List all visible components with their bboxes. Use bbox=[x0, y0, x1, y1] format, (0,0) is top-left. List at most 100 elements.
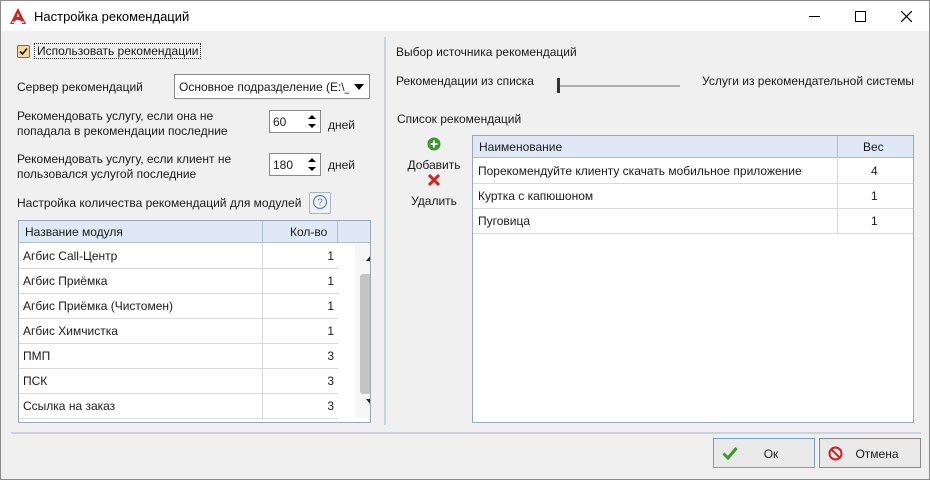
column-header-count[interactable]: Кол-во bbox=[290, 225, 327, 239]
not-recommended-days-stepper[interactable]: 60 bbox=[269, 110, 321, 133]
recommendations-grid: Наименование Вес Порекомендуйте клиенту … bbox=[472, 135, 914, 423]
table-row[interactable]: Пуговица 1 bbox=[473, 209, 913, 234]
svg-text:?: ? bbox=[317, 197, 323, 208]
column-separator bbox=[262, 269, 263, 294]
minimize-button[interactable] bbox=[791, 1, 837, 31]
stepper-buttons[interactable] bbox=[308, 113, 317, 130]
table-row[interactable]: ПСК 3 bbox=[19, 369, 338, 394]
use-recommendations-checkbox[interactable]: Использовать рекомендации bbox=[17, 43, 202, 59]
settings-dialog: Настройка рекомендаций Использовать реко… bbox=[0, 0, 930, 480]
column-header-module-name[interactable]: Название модуля bbox=[25, 225, 123, 239]
column-separator bbox=[337, 221, 338, 243]
title-bar[interactable]: Настройка рекомендаций bbox=[1, 1, 929, 31]
window-title: Настройка рекомендаций bbox=[34, 9, 190, 24]
slider-left-label: Рекомендации из списка bbox=[396, 74, 534, 88]
server-value: Основное подразделение (E:\_R bbox=[179, 80, 349, 94]
table-row[interactable]: Агбис Приёмка (Чистомен) 1 bbox=[19, 294, 338, 319]
not-recommended-days-value[interactable]: 60 bbox=[273, 115, 286, 129]
recommendations-grid-header: Наименование Вес bbox=[473, 136, 913, 158]
maximize-button[interactable] bbox=[837, 1, 883, 31]
source-slider-thumb[interactable] bbox=[557, 78, 560, 93]
chevron-down-icon[interactable] bbox=[354, 84, 364, 90]
red-x-icon bbox=[427, 173, 441, 190]
column-header-name[interactable]: Наименование bbox=[479, 140, 562, 154]
checkbox-checked-icon[interactable] bbox=[17, 44, 30, 58]
app-logo-icon bbox=[9, 7, 27, 25]
module-name-cell: ПМП bbox=[23, 349, 51, 363]
table-row[interactable]: Ссылка на заказ 3 bbox=[19, 394, 338, 419]
module-name-cell: ПСК bbox=[23, 374, 48, 388]
not-used-label-line2: пользовался услугой последние bbox=[17, 167, 197, 181]
ok-button[interactable]: Ок bbox=[713, 438, 815, 468]
column-separator bbox=[837, 184, 838, 209]
scroll-up-icon[interactable] bbox=[366, 255, 370, 261]
modules-grid: Название модуля Кол-во Агбис Call-Центр … bbox=[18, 220, 371, 423]
module-name-cell: Агбис Приёмка (Чистомен) bbox=[23, 299, 174, 313]
table-row[interactable]: ПМП 3 bbox=[19, 344, 338, 369]
maximize-icon bbox=[854, 10, 866, 22]
module-count-cell[interactable]: 3 bbox=[267, 399, 334, 413]
column-separator bbox=[262, 294, 263, 319]
close-button[interactable] bbox=[883, 1, 929, 31]
table-row[interactable]: Агбис Приёмка 1 bbox=[19, 269, 338, 294]
not-used-days-stepper[interactable]: 180 bbox=[269, 153, 321, 176]
server-select[interactable]: Основное подразделение (E:\_R bbox=[174, 74, 370, 99]
module-name-cell: Ссылка на заказ bbox=[23, 399, 116, 413]
cancel-button-label: Отмена bbox=[855, 447, 899, 461]
table-row[interactable]: Агбис Call-Центр 1 bbox=[19, 244, 338, 269]
module-name-cell: Агбис Приёмка bbox=[23, 274, 108, 288]
recommendation-weight-cell[interactable]: 4 bbox=[871, 164, 878, 178]
server-label: Сервер рекомендаций bbox=[17, 80, 143, 94]
module-count-cell[interactable]: 1 bbox=[267, 324, 334, 338]
source-slider-track[interactable] bbox=[558, 85, 680, 87]
table-row[interactable]: Порекомендуйте клиенту скачать мобильное… bbox=[473, 159, 913, 184]
stepper-up-icon[interactable] bbox=[308, 115, 316, 119]
list-label: Список рекомендаций bbox=[397, 112, 522, 126]
delete-button-label: Удалить bbox=[411, 194, 457, 208]
close-icon bbox=[900, 10, 912, 22]
recommendation-weight-cell[interactable]: 1 bbox=[871, 189, 878, 203]
add-button-label: Добавить bbox=[407, 158, 461, 172]
recommendation-name-cell: Куртка с капюшоном bbox=[478, 189, 594, 203]
stepper-down-icon[interactable] bbox=[308, 124, 316, 128]
column-header-weight[interactable]: Вес bbox=[863, 140, 884, 154]
question-circle-icon: ? bbox=[312, 194, 328, 213]
module-count-cell[interactable]: 1 bbox=[267, 299, 334, 313]
modules-settings-label: Настройка количества рекомендаций для мо… bbox=[17, 196, 302, 210]
green-plus-icon bbox=[427, 137, 441, 154]
not-recommended-days-unit: дней bbox=[328, 118, 356, 132]
not-recommended-label-line2: попадала в рекомендации последние bbox=[17, 124, 228, 138]
column-separator bbox=[837, 136, 838, 158]
module-count-cell[interactable]: 1 bbox=[267, 274, 334, 288]
module-count-cell[interactable]: 3 bbox=[267, 349, 334, 363]
column-separator bbox=[262, 244, 263, 269]
scroll-thumb[interactable] bbox=[360, 274, 370, 394]
source-label: Выбор источника рекомендаций bbox=[396, 45, 577, 59]
column-separator bbox=[837, 159, 838, 184]
ok-button-label: Ок bbox=[763, 447, 779, 461]
recommendation-name-cell: Пуговица bbox=[478, 214, 531, 228]
not-recommended-label-line1: Рекомендовать услугу, если она не bbox=[17, 109, 214, 123]
module-count-cell[interactable]: 1 bbox=[267, 249, 334, 263]
module-count-cell[interactable]: 3 bbox=[267, 374, 334, 388]
stepper-buttons[interactable] bbox=[308, 156, 317, 173]
recommendation-name-cell: Порекомендуйте клиенту скачать мобильное… bbox=[478, 164, 802, 178]
table-row[interactable]: Агбис Химчистка 1 bbox=[19, 319, 338, 344]
slider-right-label: Услуги из рекомендательной системы bbox=[702, 74, 914, 88]
delete-button[interactable]: Удалить bbox=[405, 173, 463, 208]
panel-divider bbox=[384, 37, 386, 425]
modules-grid-scrollbar[interactable] bbox=[355, 244, 370, 417]
stepper-down-icon[interactable] bbox=[308, 167, 316, 171]
add-button[interactable]: Добавить bbox=[405, 137, 463, 172]
modules-grid-header: Название модуля Кол-во bbox=[19, 221, 370, 243]
help-button[interactable]: ? bbox=[309, 192, 331, 214]
stepper-up-icon[interactable] bbox=[308, 158, 316, 162]
recommendation-weight-cell[interactable]: 1 bbox=[871, 214, 878, 228]
not-used-days-unit: дней bbox=[328, 158, 356, 172]
use-recommendations-label: Использовать рекомендации bbox=[34, 43, 202, 59]
not-used-days-value[interactable]: 180 bbox=[273, 158, 293, 172]
cancel-button[interactable]: Отмена bbox=[819, 438, 921, 468]
scroll-down-icon[interactable] bbox=[366, 399, 370, 405]
table-row[interactable]: Куртка с капюшоном 1 bbox=[473, 184, 913, 209]
column-separator bbox=[262, 319, 263, 344]
